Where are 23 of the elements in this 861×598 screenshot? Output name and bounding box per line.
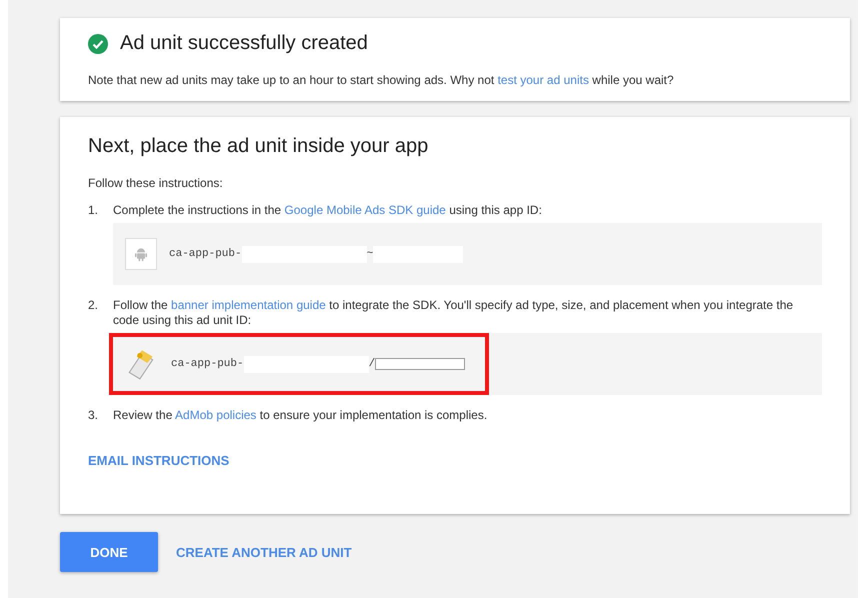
step-text: Review the AdMob policies to ensure your implementation is complies. (113, 408, 488, 423)
step-number: 1. (88, 203, 100, 219)
id-prefix: ca-app-pub- (171, 358, 244, 370)
create-another-link[interactable]: CREATE ANOTHER AD UNIT (176, 544, 352, 560)
step-text: Complete the instructions in the Google Mobile Ads SDK guide using this app ID: (113, 203, 543, 218)
text-link[interactable]: banner implementation guide (171, 298, 326, 312)
step-number: 3. (88, 408, 100, 423)
email-instructions-link[interactable]: EMAIL INSTRUCTIONS (88, 453, 230, 468)
note-text: Note that new ad units may take up to an hour to start showing ads. Why not test your ad units while you wait? (88, 73, 675, 87)
step-text: Follow the banner implementation guide to integrate the SDK. You'll specify ad type, size, and placement when you integrate the code using this ad unit ID: (113, 298, 794, 328)
text-link[interactable]: test your ad units (498, 73, 589, 87)
text-link[interactable]: Google Mobile Ads SDK guide (284, 203, 446, 217)
id-separator: / (368, 358, 376, 370)
card-title: Ad unit successfully created (120, 32, 368, 55)
id-prefix: ca-app-pub- (169, 248, 242, 260)
intro-text: Follow these instructions: (88, 176, 224, 190)
id-separator: ~ (366, 248, 374, 260)
text-link[interactable]: AdMob policies (175, 408, 256, 422)
card-title: Next, place the ad unit inside your app (88, 135, 430, 158)
check-circle-icon (88, 34, 108, 54)
android-icon (125, 238, 157, 270)
step-number: 2. (88, 298, 100, 314)
done-button[interactable]: DONE (60, 532, 158, 572)
